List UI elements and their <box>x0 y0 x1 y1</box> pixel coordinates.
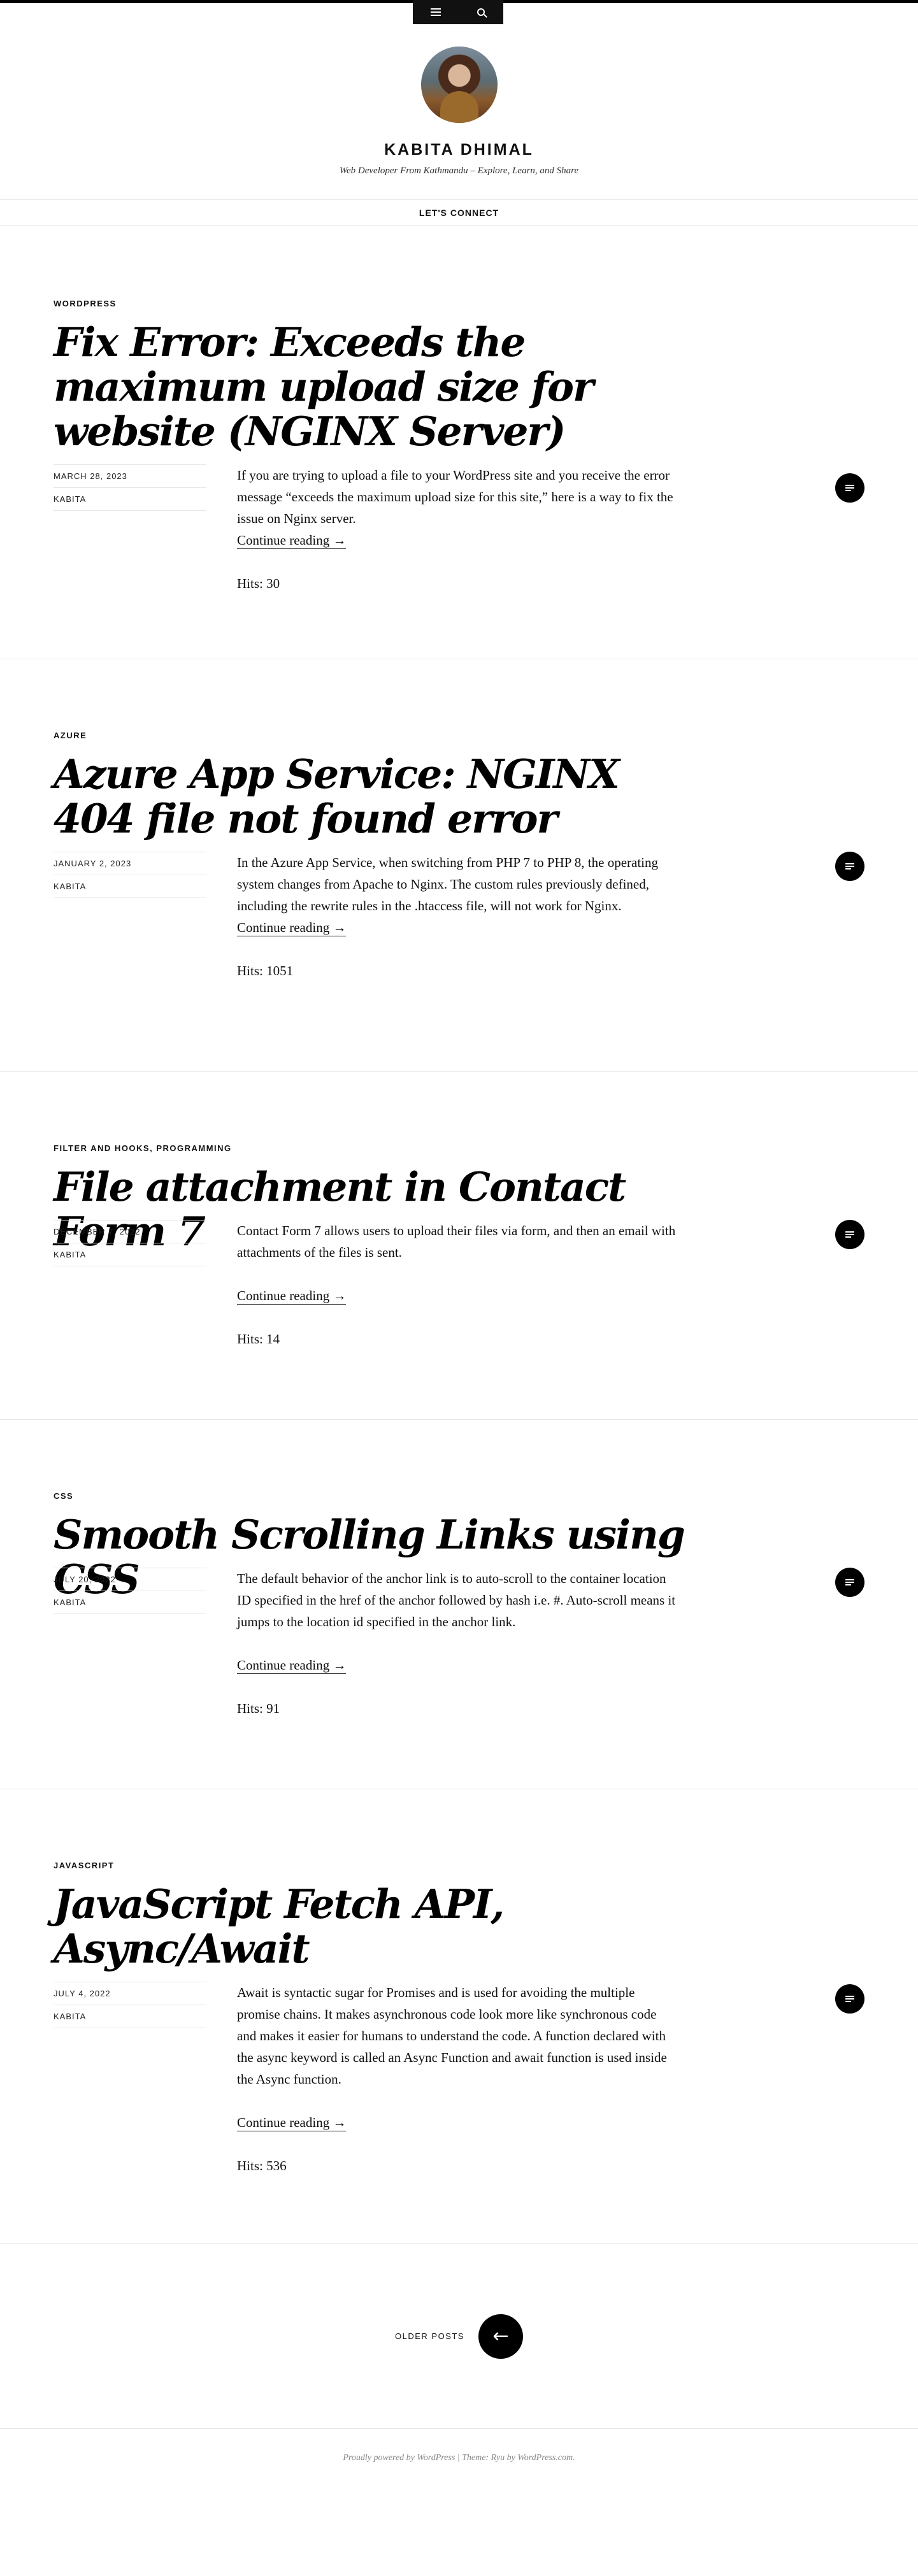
post-date-link[interactable]: MARCH 28, 2023 <box>54 464 206 487</box>
site-footer: Proudly powered by WordPress | Theme: Ry… <box>0 2429 918 2556</box>
older-posts-label[interactable]: OLDER POSTS <box>395 2331 464 2341</box>
post-excerpt: The default behavior of the anchor link … <box>237 1568 677 1719</box>
post-excerpt: Await is syntactic sugar for Promises an… <box>237 1982 677 2177</box>
post-title-link[interactable]: Azure App Service: NGINX 404 file not fo… <box>54 752 691 841</box>
continue-reading-link[interactable]: Continue reading → <box>237 919 347 936</box>
avatar[interactable] <box>420 47 498 123</box>
document-icon <box>845 1578 854 1587</box>
post-title-link[interactable]: Fix Error: Exceeds the maximum upload si… <box>54 320 691 454</box>
post-item: AZURE Azure App Service: NGINX 404 file … <box>0 659 918 1072</box>
continue-reading-link[interactable]: Continue reading → <box>237 1657 347 1674</box>
hits-count: Hits: 91 <box>237 1701 280 1716</box>
post-date-link[interactable]: DECEMBER 7, 2022 <box>54 1220 206 1243</box>
post-category-link[interactable]: WORDPRESS <box>54 299 864 308</box>
post-date-link[interactable]: JANUARY 2, 2023 <box>54 852 206 875</box>
post-excerpt: In the Azure App Service, when switching… <box>237 852 677 982</box>
document-icon <box>845 1994 854 2004</box>
top-nav <box>413 0 503 24</box>
hits-count: Hits: 536 <box>237 2158 287 2173</box>
document-icon <box>845 483 854 493</box>
post-category-link[interactable]: JAVASCRIPT <box>54 1861 864 1870</box>
post-item: WORDPRESS Fix Error: Exceeds the maximum… <box>0 226 918 659</box>
post-item: JAVASCRIPT JavaScript Fetch API, Async/A… <box>0 1789 918 2244</box>
document-icon <box>845 862 854 871</box>
site-description: Web Developer From Kathmandu – Explore, … <box>339 166 579 176</box>
site-header: KABITA DHIMAL Web Developer From Kathman… <box>0 3 918 199</box>
post-meta: DECEMBER 7, 2022 KABITA <box>54 1220 206 1266</box>
post-meta: JULY 20, 2022 KABITA <box>54 1568 206 1614</box>
post-author-link[interactable]: KABITA <box>54 1243 206 1266</box>
post-format-button[interactable] <box>835 1984 864 2014</box>
post-excerpt: If you are trying to upload a file to yo… <box>237 464 677 594</box>
excerpt-text: Contact Form 7 allows users to upload th… <box>237 1223 676 1260</box>
post-meta: JULY 4, 2022 KABITA <box>54 1982 206 2028</box>
post-author-link[interactable]: KABITA <box>54 487 206 511</box>
post-format-button[interactable] <box>835 1220 864 1249</box>
post-meta: JANUARY 2, 2023 KABITA <box>54 852 206 898</box>
footer-credit[interactable]: Proudly powered by WordPress | Theme: Ry… <box>0 2453 918 2463</box>
connect-bar: LET'S CONNECT <box>0 199 918 226</box>
post-category-link[interactable]: FILTER AND HOOKS, PROGRAMMING <box>54 1143 864 1153</box>
menu-icon <box>430 8 441 16</box>
post-list: WORDPRESS Fix Error: Exceeds the maximum… <box>0 226 918 2244</box>
post-date-link[interactable]: JULY 20, 2022 <box>54 1568 206 1591</box>
connect-link[interactable]: LET'S CONNECT <box>419 208 499 218</box>
pagination: OLDER POSTS ← <box>0 2244 918 2429</box>
search-button[interactable] <box>458 0 503 24</box>
post-date-link[interactable]: JULY 4, 2022 <box>54 1982 206 2005</box>
post-format-button[interactable] <box>835 1568 864 1597</box>
post-title-link[interactable]: JavaScript Fetch API, Async/Await <box>54 1882 512 1971</box>
search-icon <box>477 8 485 16</box>
post-author-link[interactable]: KABITA <box>54 875 206 898</box>
continue-reading-link[interactable]: Continue reading → <box>237 2114 347 2131</box>
excerpt-text: If you are trying to upload a file to yo… <box>237 468 673 526</box>
post-category-link[interactable]: CSS <box>54 1491 864 1501</box>
menu-button[interactable] <box>413 0 458 24</box>
hits-count: Hits: 1051 <box>237 963 294 978</box>
hits-count: Hits: 30 <box>237 576 280 591</box>
older-posts-button[interactable]: ← <box>478 2314 523 2359</box>
excerpt-text: In the Azure App Service, when switching… <box>237 855 659 913</box>
post-item: FILTER AND HOOKS, PROGRAMMING File attac… <box>0 1072 918 1420</box>
document-icon <box>845 1230 854 1240</box>
excerpt-text: The default behavior of the anchor link … <box>237 1571 676 1629</box>
post-author-link[interactable]: KABITA <box>54 1591 206 1614</box>
continue-reading-link[interactable]: Continue reading → <box>237 532 347 549</box>
post-meta: MARCH 28, 2023 KABITA <box>54 464 206 511</box>
post-category-link[interactable]: AZURE <box>54 731 864 740</box>
excerpt-text: Await is syntactic sugar for Promises an… <box>237 1985 667 2087</box>
post-format-button[interactable] <box>835 473 864 503</box>
hits-count: Hits: 14 <box>237 1331 280 1347</box>
post-author-link[interactable]: KABITA <box>54 2005 206 2028</box>
post-format-button[interactable] <box>835 852 864 881</box>
post-item: CSS Smooth Scrolling Links using CSS JUL… <box>0 1420 918 1789</box>
site-title[interactable]: KABITA DHIMAL <box>0 141 918 159</box>
post-excerpt: Contact Form 7 allows users to upload th… <box>237 1220 677 1350</box>
continue-reading-link[interactable]: Continue reading → <box>237 1287 347 1305</box>
